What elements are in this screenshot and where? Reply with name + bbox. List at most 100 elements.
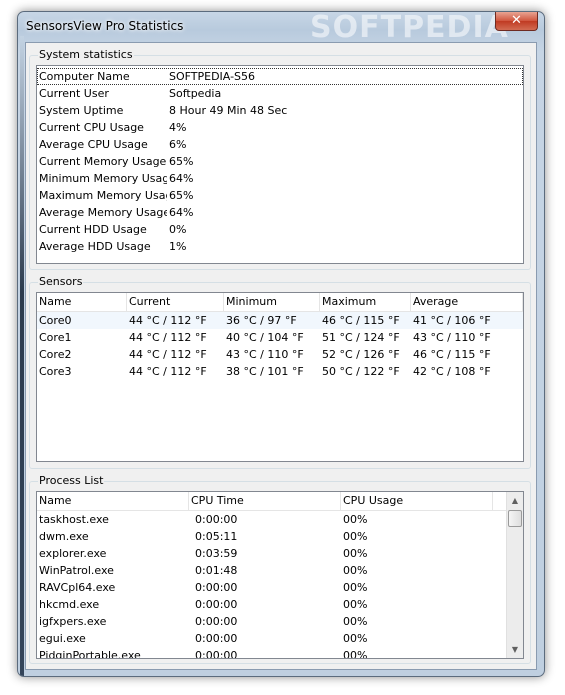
system-statistics-list[interactable]: Computer Name SOFTPEDIA-S56 Current User So… xyxy=(36,65,524,264)
sensor-value: 44 °C / 112 °F xyxy=(129,314,207,327)
process-cpu-usage: 00% xyxy=(343,598,368,611)
process-list-label: Process List xyxy=(38,474,105,487)
stat-value: Softpedia xyxy=(169,87,222,100)
stat-row[interactable]: Average CPU Usage 6% xyxy=(37,136,523,153)
sensors-column-header[interactable]: Minimum xyxy=(224,293,320,311)
stat-value: 65% xyxy=(169,189,194,202)
process-name: PidginPortable.exe xyxy=(39,649,141,659)
process-cpu-time: 0:00:00 xyxy=(195,615,238,628)
sensor-value: 46 °C / 115 °F xyxy=(322,314,400,327)
stat-row[interactable]: Computer Name SOFTPEDIA-S56 xyxy=(37,68,523,85)
stat-value: 0% xyxy=(169,223,187,236)
stat-row[interactable]: Current User Softpedia xyxy=(37,85,523,102)
process-row[interactable]: dwm.exe 0:05:11 00% xyxy=(37,528,506,545)
process-row[interactable]: explorer.exe 0:03:59 00% xyxy=(37,545,506,562)
sensor-name: Core2 xyxy=(39,348,72,361)
process-cpu-usage: 00% xyxy=(343,547,368,560)
process-cpu-time: 0:00:00 xyxy=(195,513,238,526)
stat-value: 6% xyxy=(169,138,187,151)
sensor-name: Core0 xyxy=(39,314,72,327)
stat-value: 1% xyxy=(169,240,187,253)
stat-row[interactable]: Average Memory Usage 64% xyxy=(37,204,523,221)
sensors-column-header[interactable]: Current xyxy=(127,293,224,311)
sensors-list[interactable]: Name Current Minimum Maximum Average Core0 44 … xyxy=(36,292,524,462)
process-header: Name CPU Time CPU Usage xyxy=(37,492,506,511)
sensor-value: 38 °C / 101 °F xyxy=(226,365,304,378)
process-cpu-usage: 00% xyxy=(343,632,368,645)
sensors-column-header[interactable]: Maximum xyxy=(320,293,411,311)
process-cpu-usage: 00% xyxy=(343,649,368,659)
process-row[interactable]: RAVCpl64.exe 0:00:00 00% xyxy=(37,579,506,596)
stat-row[interactable]: Current CPU Usage 4% xyxy=(37,119,523,136)
sensor-value: 44 °C / 112 °F xyxy=(129,348,207,361)
stat-value: 8 Hour 49 Min 48 Sec xyxy=(169,104,288,117)
process-cpu-usage: 00% xyxy=(343,615,368,628)
window-title: SensorsView Pro Statistics xyxy=(26,19,184,33)
system-statistics-label: System statistics xyxy=(38,48,134,61)
process-cpu-usage: 00% xyxy=(343,564,368,577)
stat-row[interactable]: Current HDD Usage 0% xyxy=(37,221,523,238)
stat-name: Average HDD Usage xyxy=(39,240,151,253)
close-button[interactable]: ✕ xyxy=(495,12,538,31)
statistics-window: SOFTPEDIA SensorsView Pro Statistics ✕ S… xyxy=(17,11,545,677)
stat-value: 4% xyxy=(169,121,187,134)
sensor-value: 52 °C / 126 °F xyxy=(322,348,400,361)
sensor-row[interactable]: Core3 44 °C / 112 °F 38 °C / 101 °F 50 °C /… xyxy=(37,363,523,380)
process-row[interactable]: WinPatrol.exe 0:01:48 00% xyxy=(37,562,506,579)
sensor-value: 41 °C / 106 °F xyxy=(413,314,491,327)
watermark: SOFTPEDIA xyxy=(310,11,509,45)
stat-value: 64% xyxy=(169,172,194,185)
sensor-value: 40 °C / 104 °F xyxy=(226,331,304,344)
process-row[interactable]: egui.exe 0:00:00 00% xyxy=(37,630,506,647)
process-row[interactable]: hkcmd.exe 0:00:00 00% xyxy=(37,596,506,613)
process-column-header[interactable]: CPU Usage xyxy=(341,492,493,510)
process-name: egui.exe xyxy=(39,632,86,645)
sensor-value: 51 °C / 124 °F xyxy=(322,331,400,344)
sensor-row[interactable]: Core2 44 °C / 112 °F 43 °C / 110 °F 52 °C /… xyxy=(37,346,523,363)
scroll-up-icon[interactable]: ▲ xyxy=(507,492,523,509)
process-cpu-time: 0:00:00 xyxy=(195,598,238,611)
sensor-value: 44 °C / 112 °F xyxy=(129,365,207,378)
process-cpu-time: 0:01:48 xyxy=(195,564,238,577)
sensors-column-header[interactable]: Name xyxy=(37,293,127,311)
title-bar[interactable]: SOFTPEDIA SensorsView Pro Statistics ✕ xyxy=(18,11,544,45)
process-row[interactable]: igfxpers.exe 0:00:00 00% xyxy=(37,613,506,630)
stat-row[interactable]: Minimum Memory Usage 64% xyxy=(37,170,523,187)
stat-name: Current CPU Usage xyxy=(39,121,144,134)
stat-name: Current HDD Usage xyxy=(39,223,147,236)
process-row[interactable]: PidginPortable.exe 0:00:00 00% xyxy=(37,647,506,659)
sensor-value: 44 °C / 112 °F xyxy=(129,331,207,344)
sensor-name: Core1 xyxy=(39,331,72,344)
sensors-header: Name Current Minimum Maximum Average xyxy=(37,293,523,312)
sensor-row[interactable]: Core0 44 °C / 112 °F 36 °C / 97 °F 46 °C / … xyxy=(37,312,523,329)
process-list-scrollbar[interactable]: ▲ ▼ xyxy=(506,492,523,658)
sensor-value: 43 °C / 110 °F xyxy=(413,331,491,344)
sensor-row[interactable]: Core1 44 °C / 112 °F 40 °C / 104 °F 51 °C /… xyxy=(37,329,523,346)
process-cpu-usage: 00% xyxy=(343,513,368,526)
scrollbar-thumb[interactable] xyxy=(508,510,522,527)
sensors-column-header[interactable]: Average xyxy=(411,293,523,311)
stat-row[interactable]: Maximum Memory Usage 65% xyxy=(37,187,523,204)
stat-row[interactable]: Current Memory Usage 65% xyxy=(37,153,523,170)
process-list[interactable]: ▲ ▼ Name CPU Time CPU Usage taskhost.exe 0:0… xyxy=(36,491,524,659)
stat-name: Average Memory Usage xyxy=(39,206,167,219)
process-row[interactable]: taskhost.exe 0:00:00 00% xyxy=(37,511,506,528)
stat-name: Minimum Memory Usage xyxy=(39,172,167,185)
stat-row[interactable]: Average HDD Usage 1% xyxy=(37,238,523,255)
process-cpu-time: 0:00:00 xyxy=(195,632,238,645)
process-cpu-usage: 00% xyxy=(343,581,368,594)
process-name: taskhost.exe xyxy=(39,513,109,526)
process-column-header[interactable]: CPU Time xyxy=(189,492,341,510)
process-name: RAVCpl64.exe xyxy=(39,581,116,594)
process-name: explorer.exe xyxy=(39,547,107,560)
system-statistics-group: System statistics Computer Name SOFTPEDIA… xyxy=(29,48,531,270)
scroll-down-icon[interactable]: ▼ xyxy=(507,641,523,658)
process-name: dwm.exe xyxy=(39,530,89,543)
stat-name: Average CPU Usage xyxy=(39,138,148,151)
window-frame-edge xyxy=(20,36,24,676)
stat-row[interactable]: System Uptime 8 Hour 49 Min 48 Sec xyxy=(37,102,523,119)
process-name: WinPatrol.exe xyxy=(39,564,114,577)
process-name: igfxpers.exe xyxy=(39,615,107,628)
sensor-value: 46 °C / 115 °F xyxy=(413,348,491,361)
process-column-header[interactable]: Name xyxy=(37,492,189,510)
